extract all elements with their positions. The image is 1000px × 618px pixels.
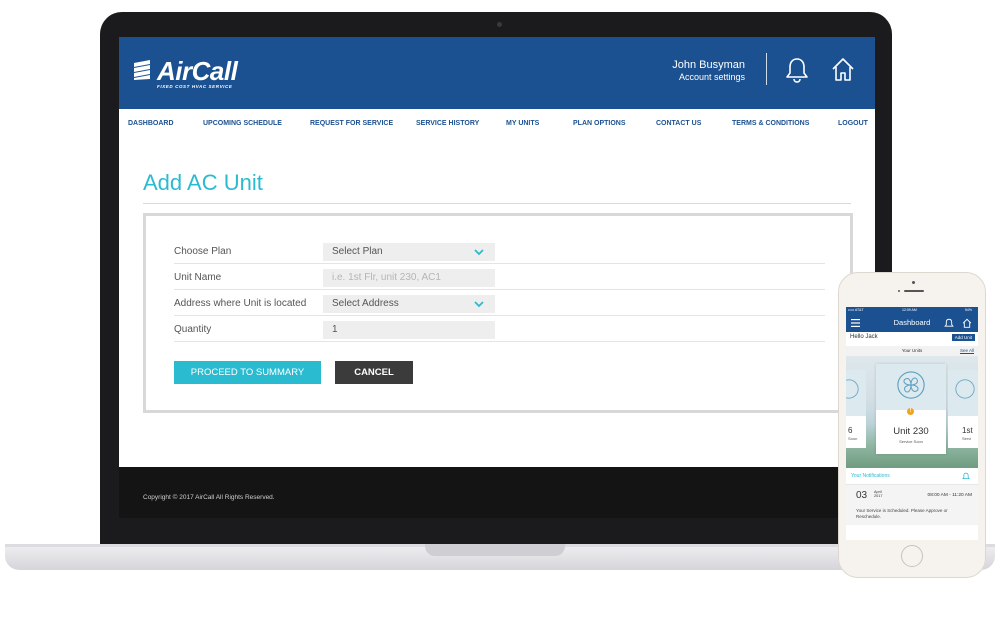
unit-card[interactable]: 6 Soon <box>846 370 866 448</box>
your-units-row: Your Units See All <box>846 346 978 356</box>
nav-terms-conditions[interactable]: TERMS & CONDITIONS <box>732 120 809 127</box>
content-area: Add AC Unit Choose Plan Select Plan Unit… <box>119 139 875 467</box>
unit-card-status: Servi <box>962 436 972 441</box>
laptop-notch <box>425 544 565 556</box>
phone-title: Dashboard <box>893 318 931 327</box>
status-time: 12:09 AM <box>902 308 917 312</box>
fan-icon <box>897 371 925 399</box>
footer: Copyright © 2017 AirCall All Rights Rese… <box>119 467 875 518</box>
bell-icon[interactable] <box>962 472 970 481</box>
unit-card-status: Soon <box>848 436 858 441</box>
phone-status-bar: ••••• AT&T 12:09 AM 54% <box>846 307 978 314</box>
phone-camera <box>912 281 915 284</box>
logo-mark-icon <box>134 60 150 80</box>
user-name: John Busyman <box>672 59 745 71</box>
status-battery: 54% <box>964 308 972 312</box>
laptop-screen: AirCall FIXED COST HVAC SERVICE John Bus… <box>119 37 875 518</box>
notification-month-year: April 2017 <box>874 490 882 498</box>
unit-name-label: Unit Name <box>174 272 222 283</box>
bell-icon[interactable] <box>784 56 810 84</box>
row-divider <box>174 341 825 342</box>
choose-plan-value: Select Plan <box>332 246 383 257</box>
row-divider <box>174 263 825 264</box>
nav-upcoming-schedule[interactable]: UPCOMING SCHEDULE <box>203 120 282 127</box>
nav-my-units[interactable]: MY UNITS <box>506 120 539 127</box>
nav-logout[interactable]: LOGOUT <box>838 120 868 127</box>
choose-plan-label: Choose Plan <box>174 246 232 257</box>
status-carrier: ••••• AT&T <box>848 308 864 312</box>
quantity-label: Quantity <box>174 324 212 335</box>
app-header: AirCall FIXED COST HVAC SERVICE John Bus… <box>119 37 875 109</box>
notifications-row: Your Notifications <box>846 468 978 485</box>
main-nav: DASHBOARD UPCOMING SCHEDULE REQUEST FOR … <box>119 109 875 139</box>
address-label: Address where Unit is located <box>174 298 307 309</box>
title-divider <box>143 203 851 204</box>
account-settings-link[interactable]: Account settings <box>672 72 745 83</box>
chevron-down-icon <box>474 249 484 256</box>
page-title: Add AC Unit <box>143 170 263 195</box>
phone-home-button[interactable] <box>901 545 923 567</box>
notification-message: Your Service is Scheduled. Please Approv… <box>856 508 948 519</box>
bell-icon[interactable] <box>944 318 954 329</box>
units-carousel: 6 Soon ! Unit 230 Service Soon 1st Servi <box>846 356 978 468</box>
unit-card[interactable]: 1st Servi <box>948 370 978 448</box>
address-select[interactable]: Select Address <box>323 295 495 313</box>
notification-day: 03 <box>856 490 868 501</box>
brand-name: AirCall <box>157 56 238 86</box>
user-block: John Busyman Account settings <box>672 59 745 83</box>
phone-sensor <box>898 290 900 292</box>
nav-contact-us[interactable]: CONTACT US <box>656 120 701 127</box>
row-divider <box>174 315 825 316</box>
add-unit-button[interactable]: Add Unit <box>951 334 975 341</box>
unit-card-status: Service Soon <box>899 439 923 444</box>
row-divider <box>174 289 825 290</box>
cancel-button[interactable]: CANCEL <box>335 361 413 384</box>
quantity-input[interactable]: 1 <box>323 321 495 339</box>
nav-plan-options[interactable]: PLAN OPTIONS <box>573 120 626 127</box>
unit-card[interactable]: ! Unit 230 Service Soon <box>876 364 946 454</box>
your-units-label: Your Units <box>901 348 923 353</box>
unit-name-input[interactable]: i.e. 1st Flr, unit 230, AC1 <box>323 269 495 287</box>
home-icon[interactable] <box>830 56 856 84</box>
add-unit-form: Choose Plan Select Plan Unit Name i.e. 1… <box>143 213 853 413</box>
fan-icon <box>846 379 859 399</box>
greeting-text: Hello Jack <box>850 334 878 340</box>
phone-screen: ••••• AT&T 12:09 AM 54% Dashboard Hello … <box>846 307 978 540</box>
home-icon[interactable] <box>962 318 972 329</box>
warning-icon: ! <box>907 408 914 415</box>
nav-service-history[interactable]: SERVICE HISTORY <box>416 120 479 127</box>
choose-plan-select[interactable]: Select Plan <box>323 243 495 261</box>
notification-time: 08:00 AM - 11:20 AM <box>927 493 972 498</box>
aircall-logo[interactable]: AirCall FIXED COST HVAC SERVICE <box>131 56 238 89</box>
brand-tagline: FIXED COST HVAC SERVICE <box>157 84 233 89</box>
notification-year: 2017 <box>874 494 883 499</box>
address-value: Select Address <box>332 298 399 309</box>
phone-header: Dashboard <box>846 314 978 332</box>
header-divider <box>766 53 767 85</box>
notifications-label: Your Notifications <box>851 473 890 479</box>
chevron-down-icon <box>474 301 484 308</box>
proceed-to-summary-button[interactable]: PROCEED TO SUMMARY <box>174 361 321 384</box>
notification-entry[interactable]: 03 April 2017 08:00 AM - 11:20 AM Your Se… <box>846 485 978 525</box>
nav-dashboard[interactable]: DASHBOARD <box>128 120 174 127</box>
unit-card-name: 6 <box>848 426 853 435</box>
laptop-camera <box>497 22 502 27</box>
copyright-text: Copyright © 2017 AirCall All Rights Rese… <box>143 494 275 501</box>
phone-speaker <box>904 290 924 292</box>
see-all-link[interactable]: See All <box>960 348 974 353</box>
nav-request-for-service[interactable]: REQUEST FOR SERVICE <box>310 120 393 127</box>
unit-card-name: 1st <box>962 426 973 435</box>
unit-card-name: Unit 230 <box>893 426 929 437</box>
greeting-row: Hello Jack Add Unit <box>846 332 978 346</box>
fan-icon <box>955 379 975 399</box>
